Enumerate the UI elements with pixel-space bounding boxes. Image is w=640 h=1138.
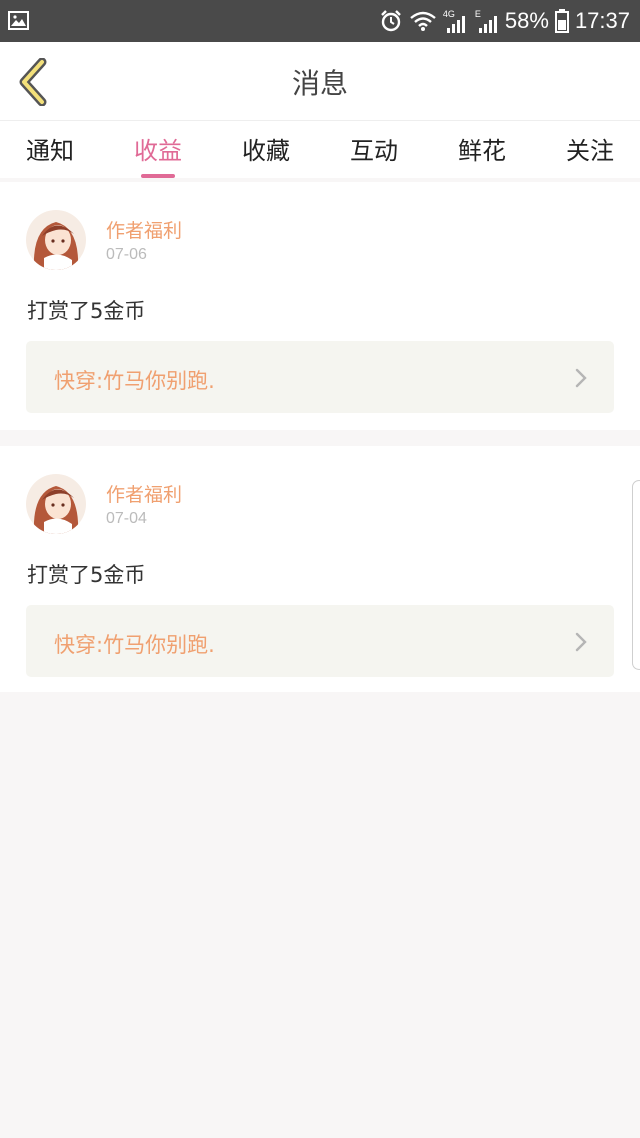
clock: 17:37 xyxy=(574,8,630,33)
tab-favorites[interactable]: 收藏 xyxy=(216,131,316,166)
battery-percent: 58% xyxy=(504,8,549,33)
status-bar: 4G E 58% 17:37 xyxy=(0,0,640,42)
author-name: 作者福利 xyxy=(106,484,183,506)
tab-earnings[interactable]: 收益 xyxy=(108,131,208,178)
book-link[interactable]: 快穿:竹马你别跑. xyxy=(26,341,614,413)
message-date: 07-06 xyxy=(106,246,147,263)
tab-label: 收益 xyxy=(134,137,182,165)
signal-e-icon: E xyxy=(475,9,499,33)
tab-bar: 通知 收益 收藏 互动 鲜花 关注 xyxy=(0,120,640,178)
book-title: 快穿:竹马你别跑. xyxy=(54,633,215,657)
wifi-icon xyxy=(410,11,436,31)
message-card: 作者福利 07-04 打赏了5金币 快穿:竹马你别跑. xyxy=(0,446,640,692)
nav-bar: 消息 xyxy=(0,42,640,120)
avatar[interactable] xyxy=(26,210,86,270)
message-text: 打赏了5金币 xyxy=(27,299,146,323)
tab-label: 关注 xyxy=(566,137,614,165)
tab-indicator xyxy=(141,174,175,178)
alarm-icon xyxy=(381,10,401,32)
chevron-right-icon xyxy=(575,368,587,388)
signal-4g-icon: 4G xyxy=(443,9,469,33)
tab-label: 收藏 xyxy=(242,137,290,165)
chevron-right-icon xyxy=(575,632,587,652)
edge-panel-handle[interactable] xyxy=(632,480,640,670)
message-date: 07-04 xyxy=(106,510,147,527)
tab-notice[interactable]: 通知 xyxy=(0,131,100,166)
gallery-icon xyxy=(8,11,29,30)
message-text: 打赏了5金币 xyxy=(27,563,146,587)
tab-flowers[interactable]: 鲜花 xyxy=(432,131,532,166)
tab-label: 互动 xyxy=(350,137,398,165)
tab-interaction[interactable]: 互动 xyxy=(324,131,424,166)
book-title: 快穿:竹马你别跑. xyxy=(54,369,215,393)
author-name: 作者福利 xyxy=(106,220,183,242)
avatar[interactable] xyxy=(26,474,86,534)
tab-follow[interactable]: 关注 xyxy=(540,131,640,166)
battery-icon xyxy=(554,9,569,33)
tab-label: 通知 xyxy=(26,137,74,165)
book-link[interactable]: 快穿:竹马你别跑. xyxy=(26,605,614,677)
message-card: 作者福利 07-06 打赏了5金币 快穿:竹马你别跑. xyxy=(0,182,640,430)
tab-label: 鲜花 xyxy=(458,137,506,165)
page-title: 消息 xyxy=(291,67,348,100)
